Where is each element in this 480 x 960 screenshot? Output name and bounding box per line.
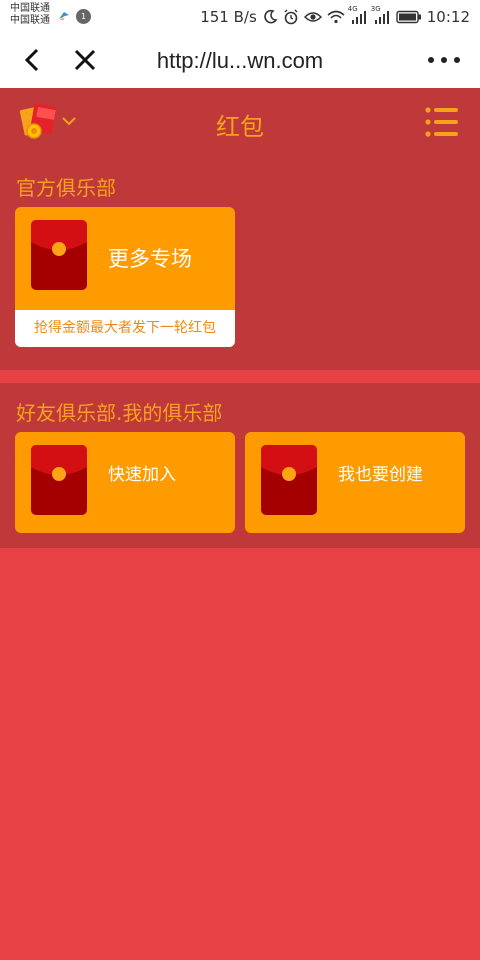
url-display[interactable]: http://lu...wn.com: [140, 48, 340, 74]
do-not-disturb-icon: [263, 9, 278, 24]
more-sessions-label: 更多专场: [108, 247, 192, 271]
red-envelope-icon: [31, 220, 87, 290]
dot-icon: [428, 57, 434, 63]
wifi-icon: [327, 10, 345, 24]
official-club-section: 官方俱乐部 更多专场 抢得金额最大者发下一轮红包: [0, 158, 480, 370]
menu-list-icon[interactable]: [424, 104, 458, 140]
battery-icon: [396, 10, 421, 24]
create-club-card[interactable]: 我也要创建: [245, 432, 465, 533]
create-club-label: 我也要创建: [338, 465, 423, 485]
carrier-labels: 中国联通 中国联通: [10, 3, 50, 27]
net-speed: 151 B/s: [200, 8, 257, 26]
signal-2-label: 3G: [370, 5, 381, 13]
app-notification-icon: [59, 12, 69, 20]
notification-count-icon: 1: [76, 9, 91, 24]
signal-1-label: 4G: [347, 5, 358, 13]
browser-bar: http://lu...wn.com: [0, 34, 480, 88]
more-options-button[interactable]: [428, 51, 462, 69]
status-bar: 中国联通 中国联通 1 151 B/s 4G 3G 10:12: [0, 0, 480, 34]
carrier-1: 中国联通: [10, 3, 50, 14]
close-button[interactable]: [71, 47, 99, 73]
dot-icon: [454, 57, 460, 63]
back-button[interactable]: [20, 47, 46, 73]
friend-club-title: 好友俱乐部.我的俱乐部: [16, 401, 223, 425]
dot-icon: [441, 57, 447, 63]
app-header: 红包: [0, 88, 480, 158]
page-title: 红包: [216, 113, 264, 141]
carrier-2: 中国联通: [10, 15, 50, 26]
official-club-title: 官方俱乐部: [16, 176, 116, 200]
status-right: 151 B/s 4G 3G 10:12: [200, 5, 470, 27]
quick-join-label: 快速加入: [108, 465, 176, 485]
card-footer-note: 抢得金额最大者发下一轮红包: [15, 310, 235, 347]
cell-signal-1-icon: 4G: [348, 5, 368, 24]
red-envelope-icon: [31, 445, 87, 515]
more-sessions-card[interactable]: 更多专场 抢得金额最大者发下一轮红包: [15, 207, 235, 347]
cell-signal-2-icon: 3G: [371, 5, 391, 24]
alarm-icon: [284, 9, 298, 25]
quick-join-card[interactable]: 快速加入: [15, 432, 235, 533]
section-divider: [0, 370, 480, 383]
friend-club-section: 好友俱乐部.我的俱乐部 快速加入 我也要创建: [0, 383, 480, 548]
red-envelope-icon: [261, 445, 317, 515]
clock: 10:12: [426, 8, 470, 26]
eye-comfort-icon: [303, 12, 322, 22]
